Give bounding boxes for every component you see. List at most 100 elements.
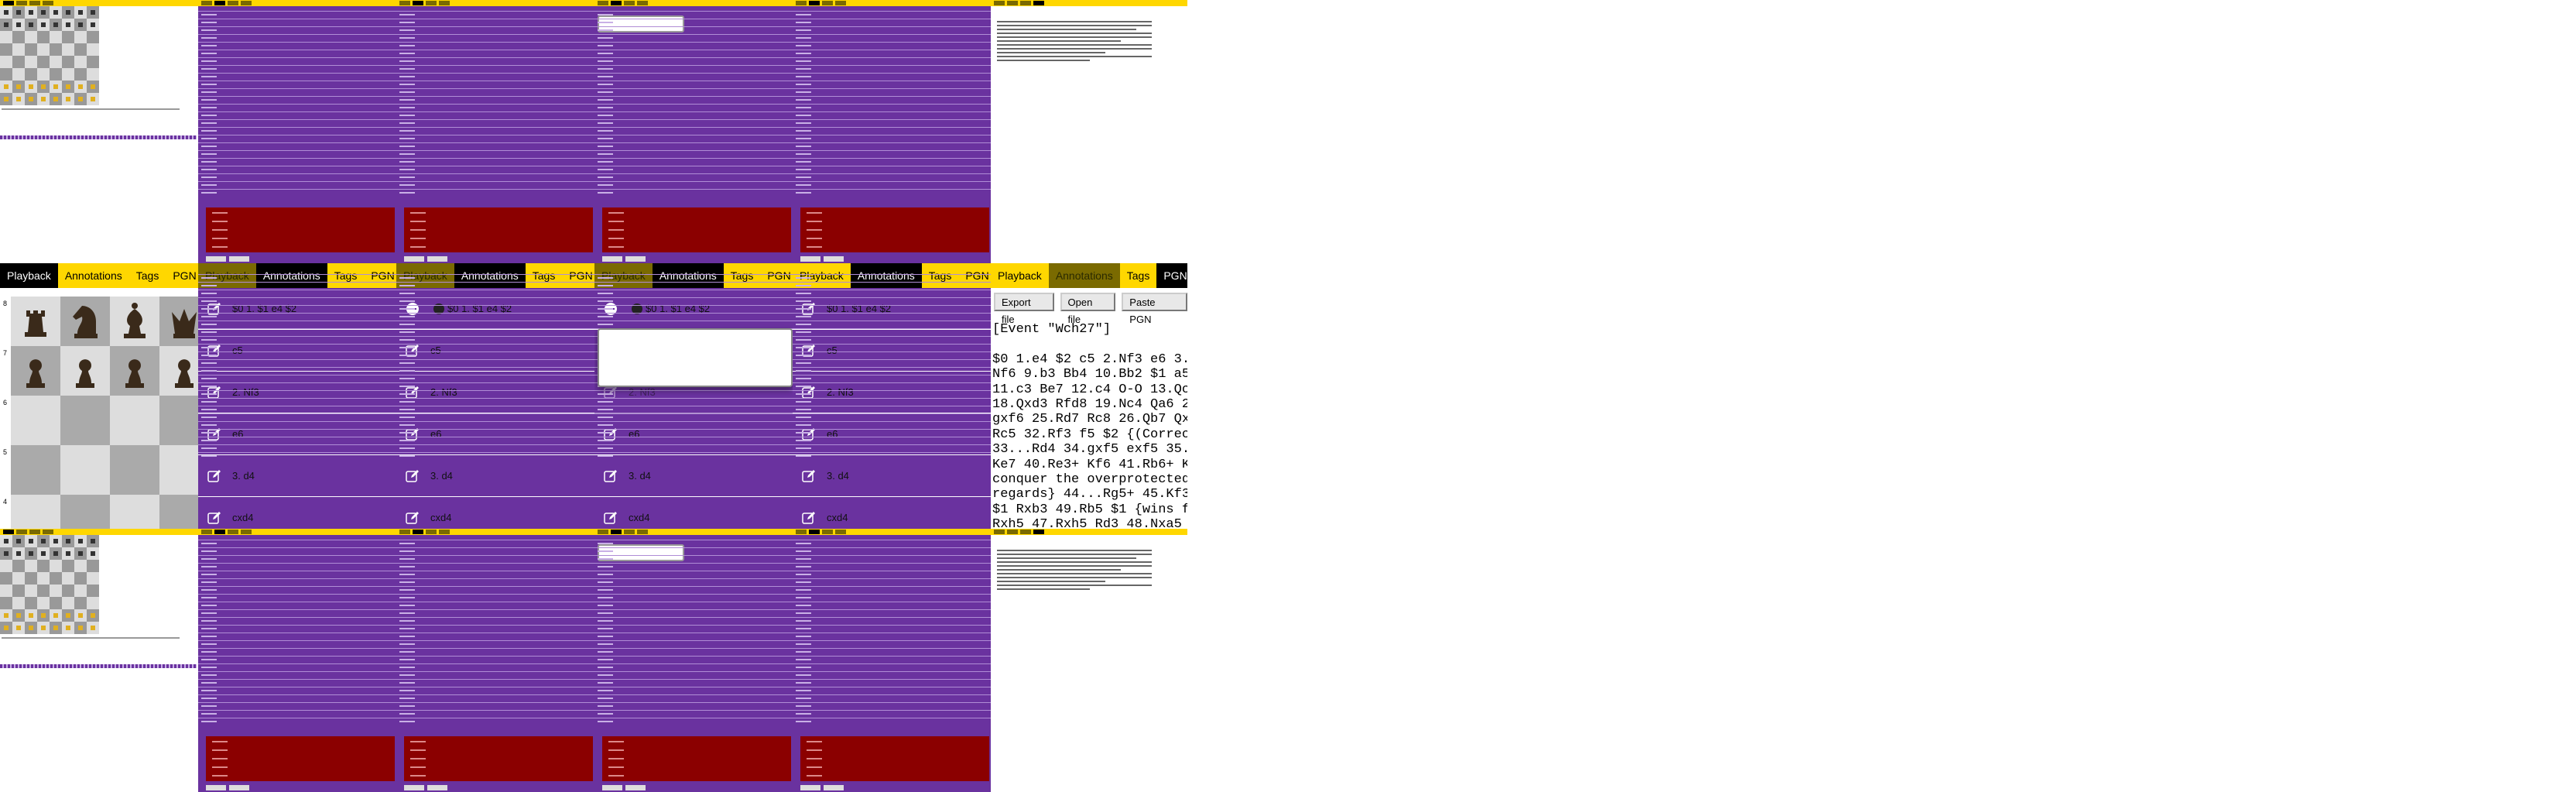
- mini-square: [0, 56, 12, 68]
- tab-annotations[interactable]: Annotations: [652, 263, 724, 288]
- thumb-row-divider: [396, 617, 594, 618]
- mini-square: [12, 597, 25, 609]
- notation-row[interactable]: e6: [396, 413, 594, 455]
- edit-icon: [406, 511, 419, 524]
- square[interactable]: [11, 346, 60, 396]
- square[interactable]: [60, 297, 110, 346]
- notation-row[interactable]: $0 1. $1 e4 $2: [396, 288, 594, 330]
- tab-playback[interactable]: Playback: [991, 263, 1049, 288]
- notation-row[interactable]: $0 1. $1 e4 $2: [793, 288, 991, 330]
- notation-row[interactable]: 3. d4: [793, 455, 991, 497]
- thumb-row-text: [598, 659, 613, 660]
- tab-pgn[interactable]: PGN: [364, 263, 396, 288]
- notation-row[interactable]: 3. d4: [396, 455, 594, 497]
- square[interactable]: [110, 396, 159, 445]
- thumb-row-divider: [198, 421, 396, 422]
- tab-annotations[interactable]: Annotations: [1048, 263, 1120, 288]
- square[interactable]: [60, 346, 110, 396]
- square[interactable]: [159, 297, 198, 346]
- mini-square: [62, 609, 74, 622]
- square[interactable]: [60, 396, 110, 445]
- notation-row[interactable]: $0 1. $1 e4 $2: [198, 288, 396, 330]
- notation-row[interactable]: cxd4: [396, 497, 594, 529]
- tab-playback[interactable]: Playback: [0, 263, 58, 288]
- thumb-row-divider: [793, 586, 991, 587]
- square[interactable]: [110, 445, 159, 495]
- tab-pgn[interactable]: PGN: [760, 263, 793, 288]
- tab-pgn[interactable]: PGN: [562, 263, 594, 288]
- thumb-row-divider: [793, 73, 991, 74]
- notation-text: 2. Nf3: [827, 386, 854, 398]
- paste-pgn-button[interactable]: Paste PGN: [1122, 293, 1187, 325]
- notation-row[interactable]: $0 1. $1 e4 $2: [594, 288, 793, 330]
- square[interactable]: [110, 346, 159, 396]
- notation-row[interactable]: 3. d4: [198, 455, 396, 497]
- square[interactable]: [11, 396, 60, 445]
- mini-square: [87, 19, 99, 31]
- thumb-row-divider: [793, 351, 991, 352]
- thumb-row-divider: [594, 104, 793, 105]
- thumb-row-divider: [198, 26, 396, 27]
- square[interactable]: [11, 495, 60, 529]
- thumb-row-text: [399, 115, 415, 116]
- tab-annotations[interactable]: Annotations: [454, 263, 526, 288]
- tab-tags[interactable]: Tags: [922, 263, 959, 288]
- notation-row[interactable]: e6: [793, 413, 991, 455]
- tab-annotations[interactable]: Annotations: [850, 263, 922, 288]
- tab-bar: Playback Annotations Tags PGN: [793, 263, 991, 288]
- tab-annotations[interactable]: Annotations: [58, 263, 129, 288]
- notation-row[interactable]: 3. d4: [594, 455, 793, 497]
- pgn-text[interactable]: [Event "Wch27"] $0 1.e4 $2 c5 2.Nf3 e6 3…: [992, 322, 1187, 529]
- square[interactable]: [11, 445, 60, 495]
- notation-row[interactable]: e6: [198, 413, 396, 455]
- square[interactable]: [11, 297, 60, 346]
- thumb-row-divider: [396, 305, 594, 306]
- notation-row[interactable]: 2. Nf3: [396, 372, 594, 413]
- notation-row[interactable]: cxd4: [198, 497, 396, 529]
- notation-row[interactable]: cxd4: [793, 497, 991, 529]
- square[interactable]: [110, 297, 159, 346]
- square[interactable]: [159, 346, 198, 396]
- mini-square: [37, 93, 50, 105]
- export-file-button[interactable]: Export file: [994, 293, 1054, 325]
- thumb-row-divider: [198, 104, 396, 105]
- open-file-button[interactable]: Open file: [1060, 293, 1116, 325]
- thumb-row-text: [201, 378, 217, 379]
- tab-tags[interactable]: Tags: [1120, 263, 1157, 288]
- tab-pgn[interactable]: PGN: [166, 263, 198, 288]
- square[interactable]: [159, 396, 198, 445]
- thumb-row-divider: [198, 119, 396, 120]
- tab-tags[interactable]: Tags: [526, 263, 563, 288]
- annotation-edit-box[interactable]: [598, 328, 793, 387]
- mini-square: [74, 597, 87, 609]
- thumb-buttons: [404, 785, 447, 790]
- square[interactable]: [159, 445, 198, 495]
- tab-pgn[interactable]: PGN: [958, 263, 991, 288]
- square[interactable]: [110, 495, 159, 529]
- thumb-row-divider: [594, 42, 793, 43]
- thumb-row-divider: [198, 663, 396, 664]
- thumb-red-text: [212, 246, 228, 248]
- tab-tags[interactable]: Tags: [724, 263, 761, 288]
- thumb-row-text: [201, 705, 217, 707]
- mini-square: [0, 609, 12, 622]
- notation-row[interactable]: 2. Nf3: [793, 372, 991, 413]
- square[interactable]: [159, 495, 198, 529]
- tab-tags[interactable]: Tags: [129, 263, 166, 288]
- thumb-row-divider: [793, 555, 991, 556]
- tab-pgn[interactable]: PGN: [1156, 263, 1187, 288]
- notation-row[interactable]: e6: [594, 413, 793, 455]
- thumb-row-divider: [396, 578, 594, 579]
- thumb-row-divider: [396, 679, 594, 680]
- edit-icon: [207, 469, 221, 482]
- notation-row[interactable]: 2. Nf3: [198, 372, 396, 413]
- square[interactable]: [60, 445, 110, 495]
- tab-tags[interactable]: Tags: [327, 263, 365, 288]
- thumb-row-text: [201, 651, 217, 653]
- notation-row[interactable]: cxd4: [594, 497, 793, 529]
- thumb-row-text: [598, 440, 613, 441]
- square[interactable]: [60, 495, 110, 529]
- mini-square: [74, 19, 87, 31]
- tab-annotations[interactable]: Annotations: [255, 263, 327, 288]
- annotations-view-2: Playback Annotations Tags PGN $0 1. $1 e…: [396, 263, 594, 529]
